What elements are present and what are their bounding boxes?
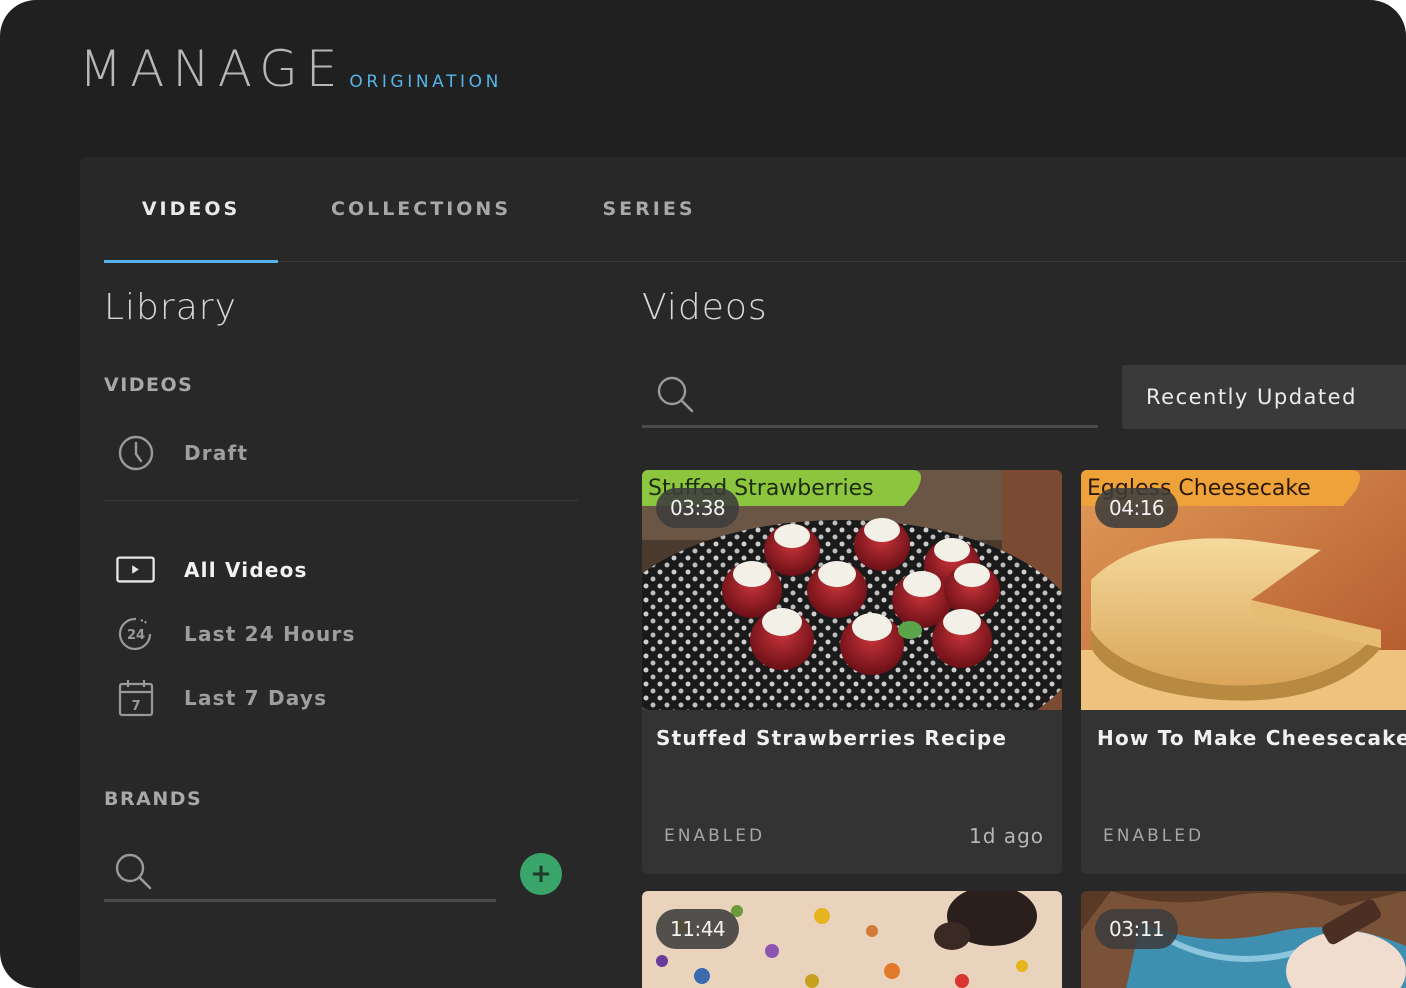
duration-badge: 11:44 [656, 909, 740, 949]
brand-sub: ORIGINATION [349, 72, 502, 92]
video-card[interactable]: 03:11 [1081, 891, 1406, 988]
sidebar-item-label: Draft [184, 441, 249, 465]
play-icon [116, 550, 156, 590]
video-thumbnail: Stuffed Strawberries 03:38 [642, 470, 1062, 710]
main-panel: VIDEOS COLLECTIONS SERIES Library VIDEOS… [80, 157, 1406, 988]
clock-icon [116, 433, 156, 473]
video-updated: 1d ago [969, 824, 1044, 848]
videos-search [642, 365, 1098, 428]
videos-section-heading: VIDEOS [104, 374, 194, 396]
sidebar-item-last-7-days[interactable]: 7 Last 7 Days [116, 678, 327, 718]
video-status: ENABLED [1103, 826, 1205, 846]
video-thumbnail: 11:44 [642, 891, 1062, 988]
sidebar-divider [104, 500, 578, 501]
brand-main: MANAGE [79, 40, 346, 98]
tab-bar: VIDEOS COLLECTIONS SERIES [104, 157, 1406, 263]
video-card[interactable]: Eggless Cheesecake 04:16 How To Make Che… [1081, 470, 1406, 874]
video-card[interactable]: Stuffed Strawberries 03:38 Stuffed Straw… [642, 470, 1062, 874]
calendar-7-icon: 7 [116, 678, 156, 718]
brands-search [104, 845, 496, 902]
sort-dropdown[interactable]: Recently Updated [1122, 365, 1406, 429]
video-thumbnail: Eggless Cheesecake 04:16 [1081, 470, 1406, 710]
sidebar-item-label: Last 7 Days [184, 686, 328, 710]
videos-title: Videos [642, 287, 768, 328]
brands-section-heading: BRANDS [104, 788, 203, 810]
app-window: MANAGE ORIGINATION VIDEOS COLLECTIONS SE… [0, 0, 1406, 988]
duration-badge: 04:16 [1095, 488, 1179, 528]
tab-series[interactable]: SERIES [574, 157, 724, 261]
videos-search-input[interactable] [710, 374, 1098, 416]
sidebar-item-label: Last 24 Hours [184, 622, 356, 646]
video-title: Stuffed Strawberries Recipe [656, 726, 1008, 750]
sidebar-item-last-24-hours[interactable]: 24 Last 24 Hours [116, 614, 356, 654]
sidebar-item-label: All Videos [184, 558, 308, 582]
brand-logo: MANAGE ORIGINATION [79, 40, 502, 98]
duration-badge: 03:38 [656, 488, 740, 528]
search-icon [104, 852, 164, 892]
add-brand-button[interactable]: + [520, 853, 562, 895]
svg-text:7: 7 [131, 699, 140, 714]
video-card[interactable]: 11:44 [642, 891, 1062, 988]
brands-search-input[interactable] [164, 851, 496, 893]
24-hours-icon: 24 [116, 614, 156, 654]
search-icon [642, 375, 710, 415]
sort-label: Recently Updated [1146, 385, 1357, 409]
duration-badge: 03:11 [1095, 909, 1179, 949]
tab-collections[interactable]: COLLECTIONS [318, 157, 524, 261]
svg-text:24: 24 [127, 628, 145, 643]
library-title: Library [104, 287, 237, 328]
plus-icon: + [530, 859, 552, 889]
video-status: ENABLED [664, 826, 766, 846]
sidebar-item-all-videos[interactable]: All Videos [116, 550, 308, 590]
sidebar-item-draft[interactable]: Draft [116, 433, 248, 473]
video-thumbnail: 03:11 [1081, 891, 1406, 988]
video-title: How To Make Cheesecake [1097, 726, 1406, 750]
tab-videos[interactable]: VIDEOS [104, 157, 278, 263]
